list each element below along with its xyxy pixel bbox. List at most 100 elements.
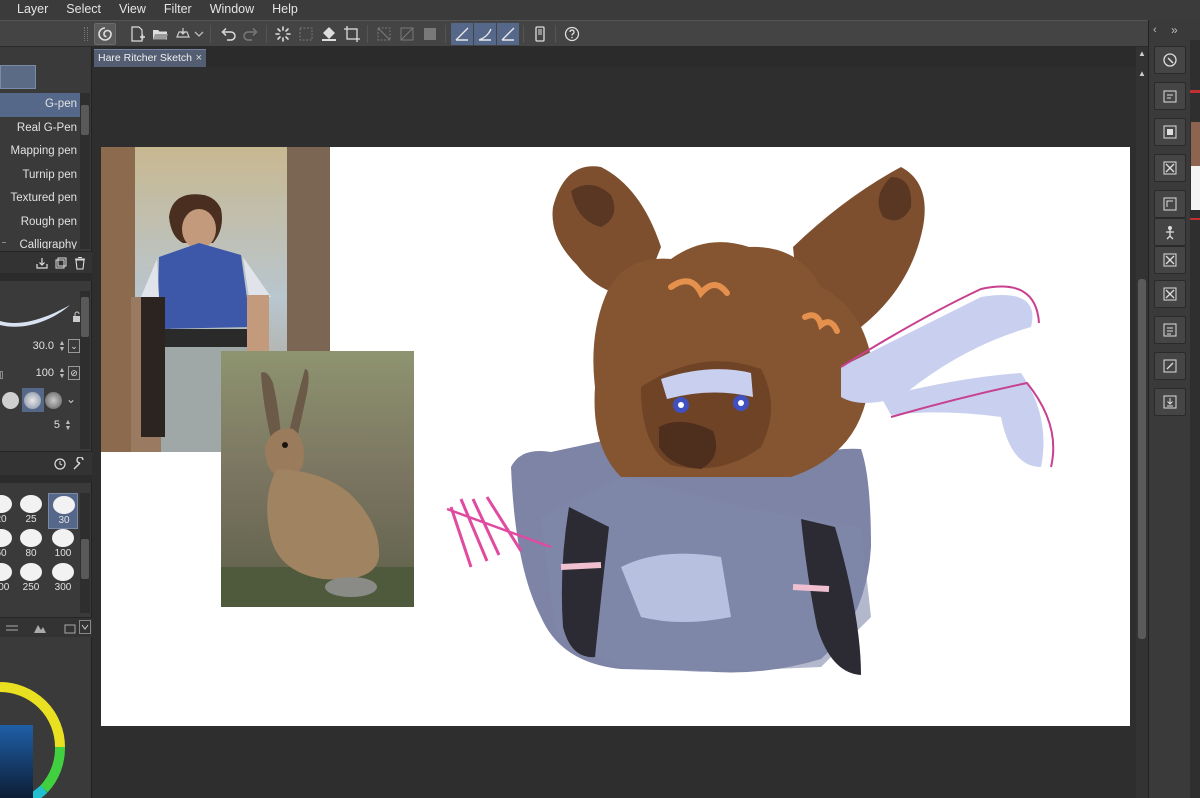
brush-list-scrollbar[interactable]	[80, 93, 90, 249]
scrollbar-thumb[interactable]	[1138, 279, 1146, 639]
color-panel-tabs	[0, 617, 92, 637]
brush-label: Turnip pen	[22, 168, 77, 181]
brush-tip-airbrush[interactable]	[45, 392, 62, 409]
close-panel-icon[interactable]	[1154, 246, 1186, 274]
drawing-canvas[interactable]	[101, 147, 1130, 726]
panel-menu-dropdown-icon[interactable]	[79, 620, 91, 634]
collapse-left-icon[interactable]: ‹	[1153, 24, 1157, 36]
open-folder-icon[interactable]	[149, 23, 171, 45]
brush-item-calligraphy[interactable]: Calligraphy	[0, 234, 80, 249]
brush-size-option[interactable]: 250	[16, 561, 46, 597]
brush-label: Rough pen	[20, 215, 77, 228]
history-icon[interactable]	[1154, 316, 1186, 344]
fill-icon[interactable]	[318, 23, 340, 45]
copy-sub-tool-icon[interactable]	[34, 255, 50, 271]
opacity-row: 100 ▲ ▼ ⊘	[0, 363, 80, 385]
document-tab[interactable]: Hare Ritcher Sketch ×	[94, 49, 206, 67]
brush-tip-row: ⌄	[0, 387, 80, 413]
stabilization-row: 5 ▲ ▼	[0, 415, 80, 437]
brush-item-rough-pen[interactable]: Rough pen	[0, 211, 80, 235]
brush-size-option[interactable]: 80	[16, 527, 46, 563]
close-panel-icon[interactable]	[1154, 280, 1186, 308]
close-icon[interactable]: ×	[196, 50, 202, 66]
brush-item-textured-pen[interactable]: Textured pen	[0, 187, 80, 211]
opacity-spinner[interactable]: ▲ ▼	[57, 367, 67, 381]
reference-image-hare[interactable]	[221, 351, 414, 607]
brush-item-real-g-pen[interactable]: Real G-Pen	[0, 117, 80, 141]
brush-size-option[interactable]: 20	[0, 493, 16, 529]
brush-label: Calligraphy	[19, 239, 77, 249]
brush-size-option[interactable]: 200	[0, 561, 16, 597]
brush-size-option[interactable]: 60	[0, 527, 16, 563]
special-ruler-icon[interactable]	[497, 23, 519, 45]
download-icon[interactable]	[1154, 388, 1186, 416]
save-dropdown-icon[interactable]	[193, 23, 205, 45]
sub-tool-group-tab[interactable]	[0, 65, 36, 89]
stabilization-spinner[interactable]: ▲ ▼	[63, 419, 73, 433]
opacity-value[interactable]: 100	[36, 367, 54, 379]
menu-window[interactable]: Window	[201, 0, 263, 20]
layer-search-icon[interactable]	[1154, 118, 1186, 146]
new-file-icon[interactable]	[126, 23, 148, 45]
color-history-tab-icon[interactable]	[62, 620, 78, 636]
menu-help[interactable]: Help	[263, 0, 307, 20]
brush-size-pressure-toggle[interactable]: ⌄	[68, 339, 80, 353]
loading-spinner-icon[interactable]	[272, 23, 294, 45]
brush-tip-dropdown-icon[interactable]: ⌄	[66, 392, 76, 406]
stabilization-value[interactable]: 5	[54, 419, 60, 431]
redo-icon[interactable]	[240, 23, 262, 45]
brush-size-option[interactable]: 300	[48, 561, 78, 597]
close-panel-icon[interactable]	[1154, 154, 1186, 182]
brush-size-scrollbar[interactable]	[80, 493, 90, 613]
menu-view[interactable]: View	[110, 0, 155, 20]
brush-size-option[interactable]: 100	[48, 527, 78, 563]
menu-filter[interactable]: Filter	[155, 0, 201, 20]
layer-property-icon[interactable]	[1154, 82, 1186, 110]
brush-item-turnip-pen[interactable]: Turnip pen	[0, 164, 80, 188]
brush-size-value[interactable]: 30.0	[33, 340, 54, 352]
canvas-vertical-scrollbar[interactable]: ▲ ▲	[1136, 47, 1148, 798]
selection-crop-icon[interactable]	[341, 23, 363, 45]
brush-tip-soft[interactable]	[24, 392, 41, 409]
brush-size-option-selected[interactable]: 30	[48, 493, 78, 529]
brush-tip-hard[interactable]	[2, 392, 19, 409]
wrench-icon[interactable]	[71, 456, 87, 472]
tool-property-scrollbar[interactable]	[80, 291, 90, 449]
expand-right-icon[interactable]: »	[1171, 23, 1178, 37]
ruler-snap-icon[interactable]	[396, 23, 418, 45]
brush-item-mapping-pen[interactable]: Mapping pen	[0, 140, 80, 164]
navigator-icon[interactable]	[1154, 46, 1186, 74]
stabilizer-icon[interactable]	[451, 23, 473, 45]
transform-icon[interactable]	[295, 23, 317, 45]
brush-size-spinner[interactable]: ▲ ▼	[57, 340, 67, 354]
menu-layer[interactable]: Layer	[0, 0, 57, 20]
document-tab-title: Hare Ritcher Sketch	[98, 52, 192, 64]
figure-icon[interactable]	[1154, 218, 1186, 246]
document-tab-bar: Hare Ritcher Sketch ×	[92, 47, 1136, 67]
brush-size-option[interactable]: 25	[16, 493, 46, 529]
clear-icon[interactable]	[373, 23, 395, 45]
save-cloud-icon[interactable]	[172, 23, 194, 45]
brush-item-g-pen[interactable]: G-pen	[0, 93, 80, 117]
app-logo-icon[interactable]	[94, 23, 116, 45]
smoothing-brush-icon[interactable]	[474, 23, 496, 45]
hare-character-sketch[interactable]	[446, 166, 1055, 675]
toolbar-grip[interactable]	[84, 27, 88, 41]
help-icon[interactable]	[561, 23, 583, 45]
color-wheel[interactable]	[0, 643, 70, 798]
layer-panel-edge	[1190, 40, 1200, 798]
edit-icon[interactable]	[1154, 352, 1186, 380]
duplicate-sub-tool-icon[interactable]	[53, 255, 69, 271]
menu-select[interactable]: Select	[57, 0, 110, 20]
scroll-up-icon[interactable]: ▲	[1138, 69, 1146, 78]
material-icon[interactable]	[1154, 190, 1186, 218]
undo-icon[interactable]	[217, 23, 239, 45]
opacity-blend-toggle[interactable]: ⊘	[68, 366, 80, 380]
tool-settings-icon[interactable]	[52, 456, 68, 472]
grid-snap-icon[interactable]	[419, 23, 441, 45]
phone-icon[interactable]	[529, 23, 551, 45]
color-wheel-tab-icon[interactable]	[4, 620, 20, 636]
color-set-tab-icon[interactable]	[32, 620, 48, 636]
trash-icon[interactable]	[72, 255, 88, 271]
scroll-up-icon[interactable]: ▲	[1138, 49, 1146, 58]
